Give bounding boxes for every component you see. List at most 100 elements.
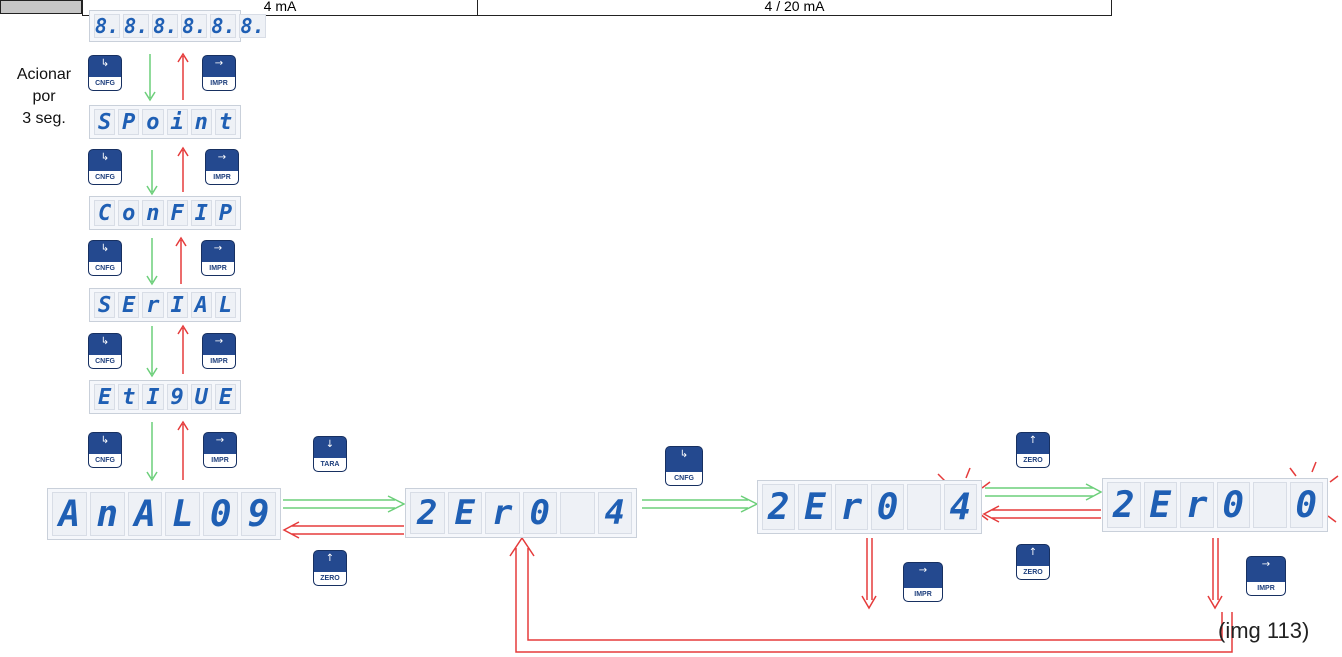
digit: F (166, 200, 188, 226)
digit: r (485, 492, 520, 534)
digit: L (214, 292, 237, 318)
zero-key[interactable]: ↑ ZERO (313, 550, 347, 586)
digit: 8. (239, 14, 266, 38)
zero-key[interactable]: ↑ ZERO (1016, 432, 1050, 468)
impr-key[interactable]: → IMPR (903, 562, 943, 602)
zero-key[interactable]: ↑ ZERO (1016, 544, 1050, 580)
analog-to-zero-arrow (283, 495, 406, 513)
digit: L (165, 492, 201, 536)
key-label: IMPR (206, 171, 238, 184)
display-zero-4: 2 E r 0 4 (405, 488, 637, 538)
digit: E (1143, 482, 1177, 528)
digit: r (142, 292, 164, 318)
impr-key[interactable]: → IMPR (205, 149, 239, 185)
key-label: ZERO (1017, 566, 1049, 579)
display-spoint: S P o i n t (89, 105, 241, 139)
enter-icon: ↳ (100, 58, 110, 69)
digit: I (166, 292, 188, 318)
up-arrow-1 (177, 52, 189, 100)
down-arrow-2 (146, 150, 158, 196)
display-zero-4-blink: 2 E r 0 4 (757, 480, 982, 534)
display-config: C o n F I P (89, 196, 241, 230)
digit: U (190, 384, 212, 410)
key-label: ZERO (314, 572, 346, 585)
digit (1253, 482, 1287, 528)
display-test: 8. 8. 8. 8. 8. 8. (89, 10, 266, 42)
up-arrow-3 (175, 236, 187, 284)
key-label: TARA (314, 458, 346, 471)
impr-key[interactable]: → IMPR (203, 432, 237, 468)
digit: 2 (1107, 482, 1141, 528)
digit (560, 492, 595, 534)
digit: 0 (1216, 482, 1250, 528)
digit: 8. (181, 14, 208, 38)
right-arrow-icon: → (918, 565, 928, 576)
key-label: IMPR (1247, 582, 1285, 595)
digit: 9 (166, 384, 188, 410)
key-label: IMPR (203, 77, 235, 90)
digit: P (118, 109, 140, 135)
digit: 0 (203, 492, 239, 536)
digit: E (798, 484, 832, 530)
up-arrow-icon: ↑ (325, 553, 335, 564)
zero-to-zero2-arrow (642, 495, 759, 513)
enter-icon: ↳ (100, 152, 110, 163)
digit: n (89, 492, 125, 536)
up-arrow-icon: ↑ (1028, 435, 1038, 446)
digit: 8. (152, 14, 179, 38)
cnfg-key[interactable]: ↳ CNFG (88, 149, 122, 185)
enter-icon: ↳ (100, 336, 110, 347)
enter-icon: ↳ (100, 435, 110, 446)
digit: t (214, 109, 237, 135)
digit: E (118, 292, 140, 318)
digit (907, 484, 941, 530)
key-label: IMPR (904, 588, 942, 601)
digit: E (214, 384, 237, 410)
digit: S (94, 292, 116, 318)
impr-key[interactable]: → IMPR (202, 333, 236, 369)
up-arrow-2 (177, 146, 189, 192)
digit: 8. (123, 14, 150, 38)
digit: P (214, 200, 237, 226)
cnfg-key[interactable]: ↳ CNFG (88, 432, 122, 468)
impr-key[interactable]: → IMPR (202, 55, 236, 91)
digit: 2 (410, 492, 445, 534)
down-arrow-5 (146, 422, 158, 482)
impr-key[interactable]: → IMPR (201, 240, 235, 276)
right-arrow-icon: → (217, 152, 227, 163)
key-label: CNFG (89, 355, 121, 368)
tara-key[interactable]: ↓ TARA (313, 436, 347, 472)
digit: 4 (597, 492, 632, 534)
down-arrow-3 (146, 238, 158, 286)
flow-arrows (144, 52, 1339, 653)
cnfg-key[interactable]: ↳ CNFG (88, 55, 122, 91)
display-serial: S E r I A L (89, 288, 241, 322)
digit: t (118, 384, 140, 410)
cnfg-key[interactable]: ↳ CNFG (88, 333, 122, 369)
key-label: ZERO (1017, 454, 1049, 467)
right-arrow-icon: → (215, 435, 225, 446)
digit: A (52, 492, 87, 536)
digit: E (94, 384, 116, 410)
key-label: CNFG (666, 472, 702, 485)
key-label: CNFG (89, 77, 121, 90)
digit: S (94, 109, 116, 135)
return-loop-arrow (509, 536, 1233, 653)
digit: I (190, 200, 212, 226)
cnfg-key[interactable]: ↳ CNFG (665, 446, 703, 486)
cnfg-key[interactable]: ↳ CNFG (88, 240, 122, 276)
up-arrow-5 (177, 420, 189, 480)
zero2-down-arrow (861, 538, 877, 610)
digit: A (190, 292, 212, 318)
enter-icon: ↳ (100, 243, 110, 254)
digit: n (142, 200, 164, 226)
impr-key[interactable]: → IMPR (1246, 556, 1286, 596)
digit: 8. (210, 14, 237, 38)
right-arrow-icon: → (214, 336, 224, 347)
digit: 8. (94, 14, 121, 38)
zero2-to-zero0-arrow (985, 483, 1103, 501)
zero0-down-arrow (1207, 538, 1223, 610)
digit: 9 (241, 492, 276, 536)
key-label: CNFG (89, 262, 121, 275)
up-arrow-icon: ↑ (1028, 547, 1038, 558)
